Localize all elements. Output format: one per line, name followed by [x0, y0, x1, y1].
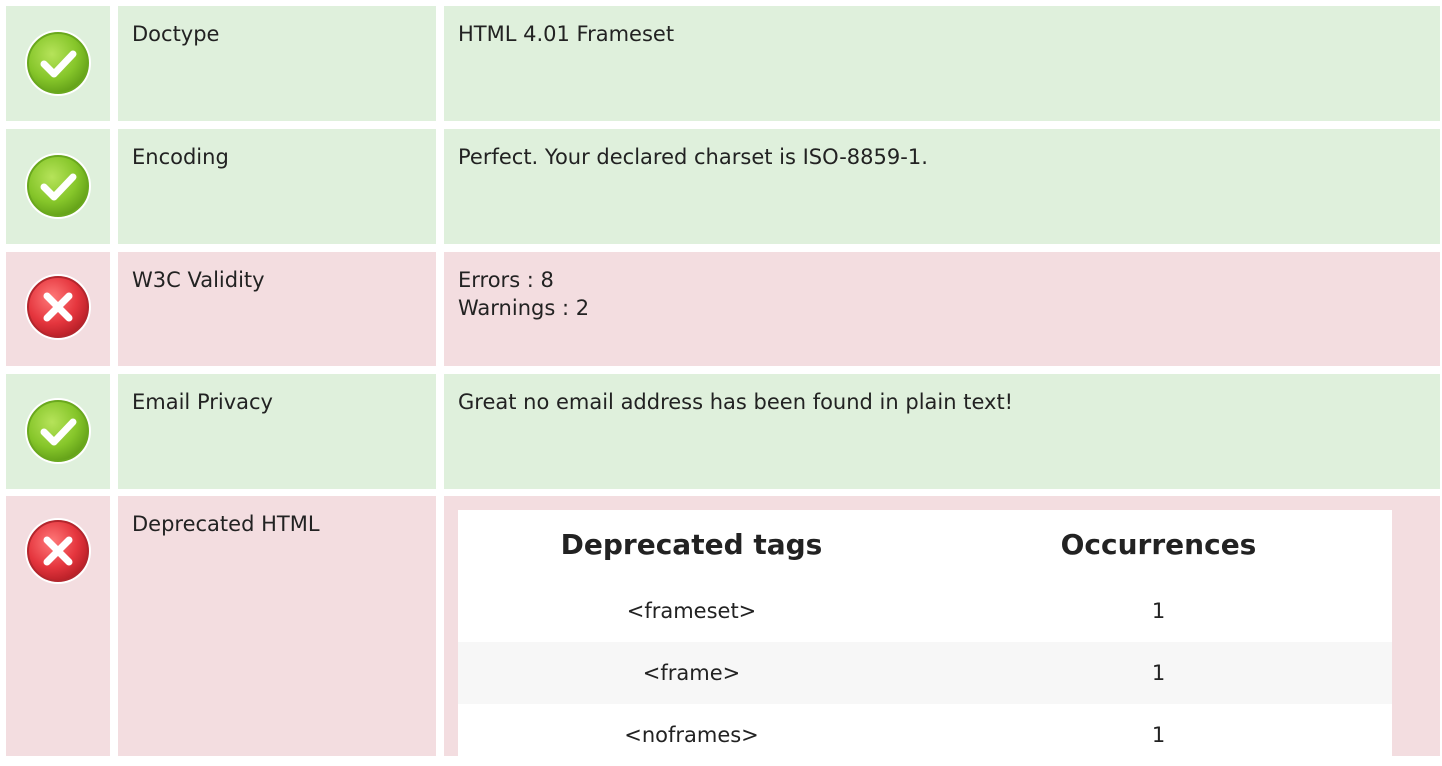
tag-cell: <noframes> — [458, 704, 925, 766]
row-label: Email Privacy — [118, 374, 436, 489]
deprecated-tags-table: Deprecated tags Occurrences <frameset> 1… — [458, 510, 1392, 766]
warnings-count: Warnings : 2 — [458, 296, 590, 320]
report-row-email-privacy: Email Privacy Great no email address has… — [6, 374, 1440, 489]
seo-report: Doctype HTML 4.01 Frameset Encoding Perf… — [0, 0, 1442, 766]
row-label: Deprecated HTML — [118, 496, 436, 756]
report-row-w3c-validity: W3C Validity Errors : 8 Warnings : 2 — [6, 252, 1440, 366]
report-row-deprecated-html: Deprecated HTML Deprecated tags Occurren… — [6, 496, 1440, 766]
tag-cell: <frame> — [458, 642, 925, 704]
report-row-encoding: Encoding Perfect. Your declared charset … — [6, 129, 1440, 244]
table-row: <frameset> 1 — [458, 580, 1392, 642]
check-circle-icon — [25, 30, 91, 96]
cross-circle-icon — [25, 518, 91, 584]
row-value: Deprecated tags Occurrences <frameset> 1… — [444, 496, 1440, 766]
row-label: Doctype — [118, 6, 436, 121]
column-header-tags: Deprecated tags — [458, 510, 925, 580]
status-cell — [6, 496, 110, 756]
table-row: <noframes> 1 — [458, 704, 1392, 766]
row-value: Errors : 8 Warnings : 2 — [444, 252, 1440, 366]
occurrence-cell: 1 — [925, 642, 1392, 704]
row-label: W3C Validity — [118, 252, 436, 366]
check-circle-icon — [25, 153, 91, 219]
status-cell — [6, 374, 110, 489]
table-row: <frame> 1 — [458, 642, 1392, 704]
row-label: Encoding — [118, 129, 436, 244]
status-cell — [6, 129, 110, 244]
table-header-row: Deprecated tags Occurrences — [458, 510, 1392, 580]
check-circle-icon — [25, 398, 91, 464]
occurrence-cell: 1 — [925, 580, 1392, 642]
status-cell — [6, 252, 110, 366]
row-value: HTML 4.01 Frameset — [444, 6, 1440, 121]
occurrence-cell: 1 — [925, 704, 1392, 766]
tag-cell: <frameset> — [458, 580, 925, 642]
errors-count: Errors : 8 — [458, 268, 554, 292]
report-row-doctype: Doctype HTML 4.01 Frameset — [6, 6, 1440, 121]
column-header-occurrences: Occurrences — [925, 510, 1392, 580]
status-cell — [6, 6, 110, 121]
cross-circle-icon — [25, 274, 91, 340]
row-value: Great no email address has been found in… — [444, 374, 1440, 489]
row-value: Perfect. Your declared charset is ISO-88… — [444, 129, 1440, 244]
